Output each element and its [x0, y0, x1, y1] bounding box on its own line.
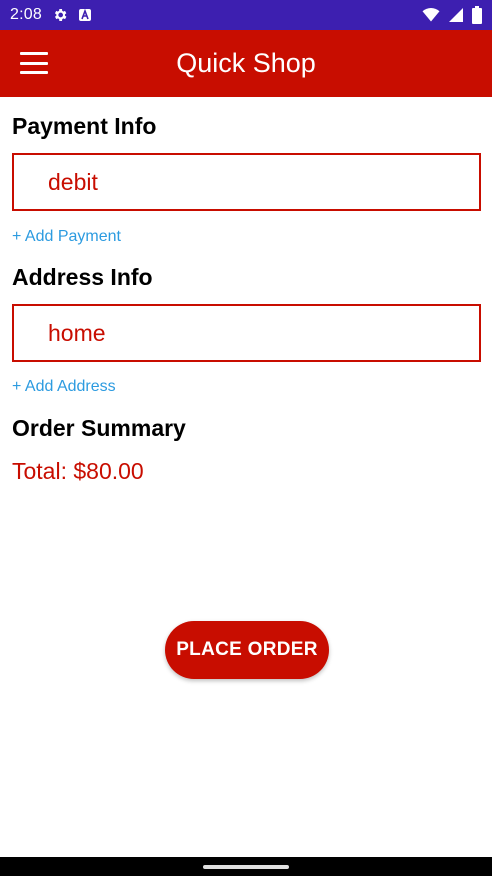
- home-gesture-handle[interactable]: [203, 865, 289, 869]
- address-select[interactable]: home: [12, 304, 481, 362]
- status-bar: 2:08: [0, 0, 492, 30]
- order-total: Total: $80.00: [12, 458, 144, 484]
- navigation-bar: [0, 857, 492, 876]
- payment-info-heading: Payment Info: [12, 113, 157, 139]
- hamburger-menu-icon[interactable]: [20, 52, 48, 74]
- status-time: 2:08: [10, 6, 42, 23]
- order-summary-heading: Order Summary: [12, 415, 186, 441]
- wifi-icon: [422, 8, 440, 22]
- place-order-button[interactable]: PLACE ORDER: [165, 621, 329, 679]
- battery-icon: [472, 6, 482, 24]
- app-screen: 2:08 Quick Shop Payment Info debit + Add…: [0, 0, 492, 876]
- settings-gear-icon: [52, 7, 68, 23]
- add-payment-link[interactable]: + Add Payment: [12, 228, 121, 246]
- add-address-link[interactable]: + Add Address: [12, 378, 116, 396]
- payment-method-select[interactable]: debit: [12, 153, 481, 211]
- a-badge-icon: [78, 8, 92, 22]
- app-title: Quick Shop: [176, 48, 316, 78]
- signal-icon: [448, 7, 464, 23]
- address-value: home: [48, 319, 106, 346]
- app-bar: Quick Shop: [0, 30, 492, 97]
- payment-method-value: debit: [48, 168, 98, 195]
- address-info-heading: Address Info: [12, 264, 153, 290]
